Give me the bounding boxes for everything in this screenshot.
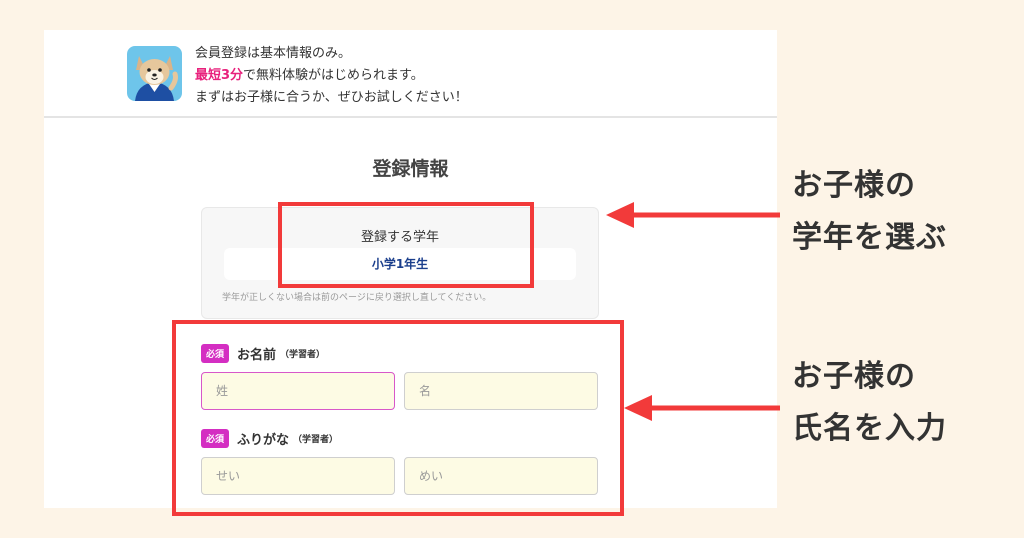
banner-line-3: まずはお子様に合うか、ぜひお試しください！	[195, 90, 468, 105]
shiba-mascot-icon	[127, 46, 182, 101]
info-banner: 会員登録は基本情報のみ。 最短3分で無料体験がはじめられます。 まずはお子様に合…	[44, 30, 777, 118]
banner-highlight: 最短3分	[195, 68, 244, 83]
grade-note: 学年が正しくない場合は前のページに戻り選択し直してください。	[222, 293, 492, 303]
grade-annotation-line-2: 学年を選ぶ	[792, 220, 947, 255]
banner-line-2-rest: で無料体験がはじめられます。	[243, 68, 424, 83]
name-annotation-line-2: 氏名を入力	[792, 411, 947, 446]
page-title: 登録情報	[372, 158, 449, 180]
grade-annotation-line-1: お子様の	[792, 168, 916, 203]
name-annotation-line-1: お子様の	[792, 359, 916, 394]
grade-highlight-box	[278, 202, 534, 288]
banner-line-2: 最短3分で無料体験がはじめられます。	[195, 65, 468, 87]
banner-line-1: 会員登録は基本情報のみ。	[195, 46, 352, 61]
name-highlight-box	[172, 320, 624, 516]
name-arrow-icon	[624, 395, 780, 421]
grade-annotation: お子様の 学年を選ぶ	[792, 160, 947, 264]
name-annotation: お子様の 氏名を入力	[792, 351, 947, 455]
grade-arrow-icon	[606, 202, 780, 228]
banner-message: 会員登録は基本情報のみ。 最短3分で無料体験がはじめられます。 まずはお子様に合…	[195, 43, 468, 109]
